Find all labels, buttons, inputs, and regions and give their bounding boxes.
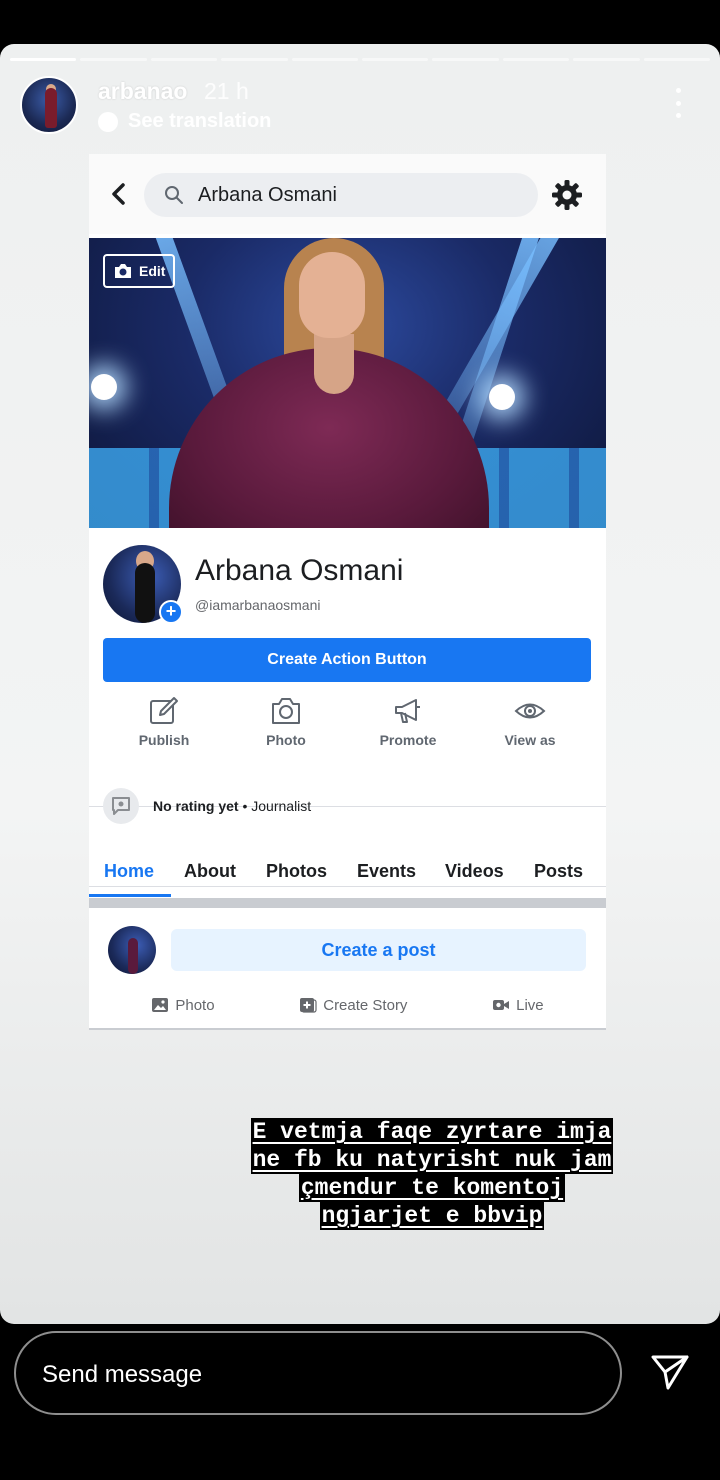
send-message-placeholder: Send message <box>42 1361 203 1388</box>
edit-cover-label: Edit <box>139 263 166 279</box>
plus-square-icon <box>300 998 317 1013</box>
rating-text: No rating yet • Journalist <box>153 798 312 814</box>
tab-about: About <box>184 860 236 881</box>
eye-icon <box>514 703 546 719</box>
live-action: Live <box>492 997 544 1014</box>
progress-segment <box>362 58 429 61</box>
story-time: 21 h <box>204 78 249 104</box>
progress-segment <box>432 58 499 61</box>
rating-icon <box>103 788 139 824</box>
progress-segment <box>502 58 570 61</box>
send-message-input[interactable]: Send message <box>14 1331 622 1415</box>
search-icon <box>165 186 183 204</box>
tab-photos: Photos <box>266 860 327 881</box>
photo-action: Photo <box>225 696 347 764</box>
create-action-button: Create Action Button <box>103 638 591 682</box>
progress-segment <box>150 58 218 61</box>
video-icon <box>493 1000 510 1010</box>
story-header: arbanao 21 h See translation <box>20 76 700 136</box>
progress-segment <box>10 58 77 61</box>
caption-line: çmendur te komentoj <box>298 1174 566 1202</box>
story-caption: E vetmja faqe zyrtare imja ne fb ku naty… <box>0 1118 720 1230</box>
active-tab-indicator <box>89 894 171 897</box>
chevron-left-icon <box>112 183 125 205</box>
screen: arbanao 21 h See translation Arbana Osma… <box>0 0 720 1480</box>
edit-cover-button: Edit <box>103 254 175 288</box>
caption-line: ne fb ku natyrisht nuk jam <box>250 1146 614 1174</box>
caption-line: E vetmja faqe zyrtare imja <box>250 1118 614 1146</box>
edit-icon <box>150 697 178 724</box>
more-vertical-icon[interactable] <box>676 88 682 118</box>
progress-segment <box>80 58 147 61</box>
add-photo-icon: + <box>159 600 183 624</box>
send-icon[interactable] <box>650 1352 690 1392</box>
camera-icon <box>272 698 300 724</box>
publish-action: Publish <box>103 696 225 764</box>
create-post-button: Create a post <box>171 929 586 971</box>
profile-handle: @iamarbanaosmani <box>195 597 321 613</box>
cover-photo: Edit <box>89 238 606 528</box>
tab-posts: Posts <box>534 860 584 881</box>
post-actions: Photo Create Story Live <box>89 990 606 1020</box>
story-username[interactable]: arbanao <box>98 78 187 105</box>
fb-search-input: Arbana Osmani <box>144 173 538 217</box>
tab-videos: Videos <box>445 860 504 881</box>
post-avatar <box>108 926 156 974</box>
facebook-screenshot: Arbana Osmani Edit + Arbana Osmani @iama… <box>89 154 606 1030</box>
progress-segment <box>221 58 288 61</box>
caption-line: ngjarjet e bbvip <box>319 1202 545 1230</box>
progress-segment <box>291 58 359 61</box>
fb-tabs: Home About Photos Events Videos Posts <box>89 844 606 898</box>
promote-action: Promote <box>347 696 469 764</box>
story-card[interactable]: arbanao 21 h See translation Arbana Osma… <box>0 44 720 1324</box>
photo-post-action: Photo <box>151 997 215 1014</box>
progress-segment <box>573 58 640 61</box>
view-as-action: View as <box>469 696 591 764</box>
translation-icon <box>98 111 118 132</box>
progress-segment <box>643 58 711 61</box>
gear-icon <box>552 180 582 210</box>
tabs-separator <box>89 898 606 908</box>
fb-search-value: Arbana Osmani <box>198 184 337 206</box>
see-translation-button[interactable]: See translation <box>98 110 271 133</box>
camera-icon <box>115 264 131 278</box>
image-icon <box>152 998 169 1012</box>
tab-home: Home <box>104 860 155 881</box>
rating-row: No rating yet • Journalist <box>103 786 311 826</box>
megaphone-icon <box>395 699 420 723</box>
create-story-action: Create Story <box>299 997 407 1014</box>
divider <box>89 1028 606 1030</box>
profile-name: Arbana Osmani <box>195 554 404 587</box>
fb-top-bar: Arbana Osmani <box>89 154 606 234</box>
page-actions: Publish Photo Promote View as <box>103 696 591 764</box>
tab-events: Events <box>357 860 417 881</box>
story-avatar[interactable] <box>20 76 78 134</box>
story-progress <box>10 58 711 61</box>
see-translation-label: See translation <box>128 110 272 132</box>
